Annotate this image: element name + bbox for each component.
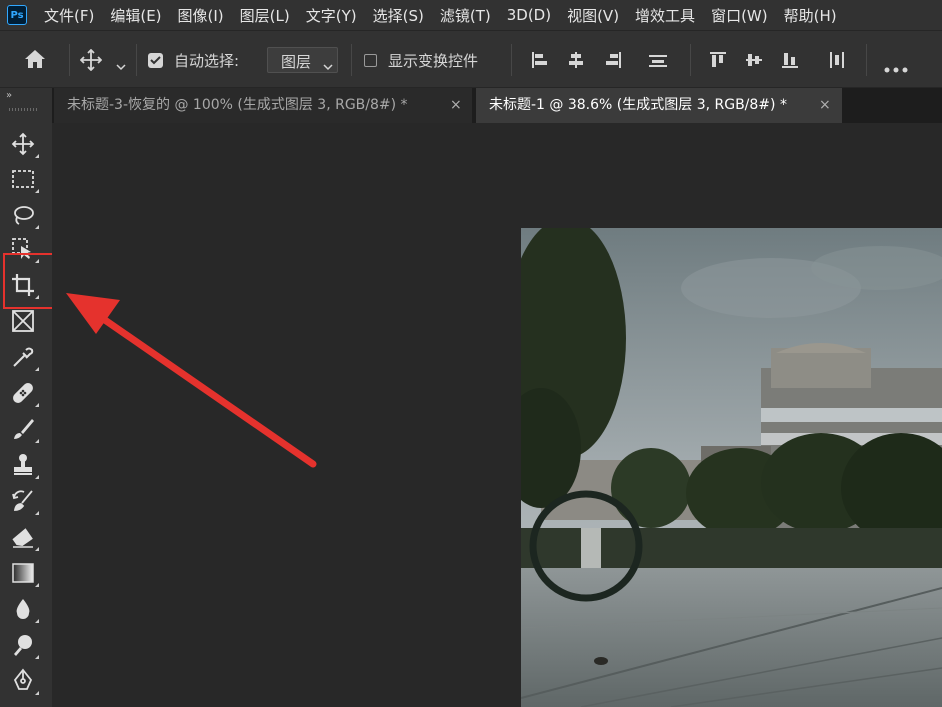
menu-plugins[interactable]: 增效工具 bbox=[635, 5, 695, 26]
home-icon[interactable] bbox=[23, 48, 47, 74]
show-transform-checkbox[interactable] bbox=[364, 54, 377, 67]
auto-select-checkbox[interactable] bbox=[148, 53, 163, 68]
healing-brush-tool[interactable] bbox=[7, 377, 39, 409]
more-icon[interactable] bbox=[884, 58, 908, 77]
marquee-tool[interactable] bbox=[7, 163, 39, 195]
menu-image[interactable]: 图像(I) bbox=[178, 5, 224, 26]
menu-select[interactable]: 选择(S) bbox=[373, 5, 424, 26]
menu-window[interactable]: 窗口(W) bbox=[711, 5, 768, 26]
menu-bar: Ps 文件(F) 编辑(E) 图像(I) 图层(L) 文字(Y) 选择(S) 滤… bbox=[0, 0, 942, 30]
eraser-tool[interactable] bbox=[7, 521, 39, 553]
distribute-vertical-icon[interactable] bbox=[648, 51, 668, 73]
show-transform-label: 显示变换控件 bbox=[388, 52, 479, 70]
clone-stamp-tool[interactable] bbox=[7, 449, 39, 481]
align-right-icon[interactable] bbox=[604, 51, 622, 73]
drag-grip[interactable] bbox=[9, 108, 37, 111]
toolbar-header: » bbox=[0, 88, 52, 123]
gradient-tool[interactable] bbox=[7, 557, 39, 589]
align-bottom-icon[interactable] bbox=[781, 51, 799, 73]
move-icon[interactable] bbox=[79, 48, 103, 75]
move-tool[interactable] bbox=[7, 128, 39, 160]
align-left-icon[interactable] bbox=[531, 51, 549, 73]
dodge-tool[interactable] bbox=[7, 629, 39, 661]
tools-panel bbox=[0, 123, 52, 707]
close-icon[interactable]: × bbox=[450, 88, 462, 122]
menu-edit[interactable]: 编辑(E) bbox=[110, 5, 161, 26]
document-tab-1[interactable]: 未标题-3-恢复的 @ 100% (生成式图层 3, RGB/8#) * × bbox=[54, 88, 472, 123]
blur-tool[interactable] bbox=[7, 593, 39, 625]
document-image[interactable] bbox=[521, 228, 942, 707]
object-select-tool[interactable] bbox=[7, 233, 39, 265]
align-top-icon[interactable] bbox=[709, 51, 727, 73]
crop-tool[interactable] bbox=[7, 269, 39, 301]
canvas-area[interactable] bbox=[52, 123, 942, 707]
pen-tool[interactable] bbox=[7, 665, 39, 697]
collapse-panel-icon[interactable]: » bbox=[6, 90, 12, 101]
frame-tool[interactable] bbox=[7, 305, 39, 337]
tab-title: 未标题-3-恢复的 @ 100% (生成式图层 3, RGB/8#) * bbox=[67, 97, 408, 113]
tab-title: 未标题-1 @ 38.6% (生成式图层 3, RGB/8#) * bbox=[489, 97, 787, 113]
menu-3d[interactable]: 3D(D) bbox=[507, 6, 551, 24]
menu-help[interactable]: 帮助(H) bbox=[784, 5, 837, 26]
menu-file[interactable]: 文件(F) bbox=[44, 5, 94, 26]
chevron-down-icon bbox=[323, 56, 333, 75]
document-tab-bar: » 未标题-3-恢复的 @ 100% (生成式图层 3, RGB/8#) * ×… bbox=[0, 88, 942, 123]
auto-select-target-dropdown[interactable]: 图层 bbox=[267, 47, 338, 73]
menu-view[interactable]: 视图(V) bbox=[567, 5, 619, 26]
lasso-tool[interactable] bbox=[7, 199, 39, 231]
align-horizontal-center-icon[interactable] bbox=[567, 51, 585, 73]
distribute-horizontal-icon[interactable] bbox=[828, 51, 846, 73]
options-bar: 自动选择: 图层 显示变换控件 bbox=[0, 30, 942, 88]
brush-tool[interactable] bbox=[7, 413, 39, 445]
menu-type[interactable]: 文字(Y) bbox=[306, 5, 357, 26]
menu-filter[interactable]: 滤镜(T) bbox=[440, 5, 491, 26]
close-icon[interactable]: × bbox=[819, 88, 831, 122]
photoshop-logo: Ps bbox=[7, 5, 27, 25]
document-tab-2[interactable]: 未标题-1 @ 38.6% (生成式图层 3, RGB/8#) * × bbox=[476, 88, 842, 123]
dropdown-value: 图层 bbox=[281, 53, 312, 71]
align-vertical-center-icon[interactable] bbox=[745, 51, 763, 73]
tool-preset-chevron-icon[interactable] bbox=[115, 56, 127, 75]
history-brush-tool[interactable] bbox=[7, 485, 39, 517]
auto-select-label: 自动选择: bbox=[174, 52, 240, 70]
menu-layer[interactable]: 图层(L) bbox=[240, 5, 290, 26]
eyedropper-tool[interactable] bbox=[7, 341, 39, 373]
